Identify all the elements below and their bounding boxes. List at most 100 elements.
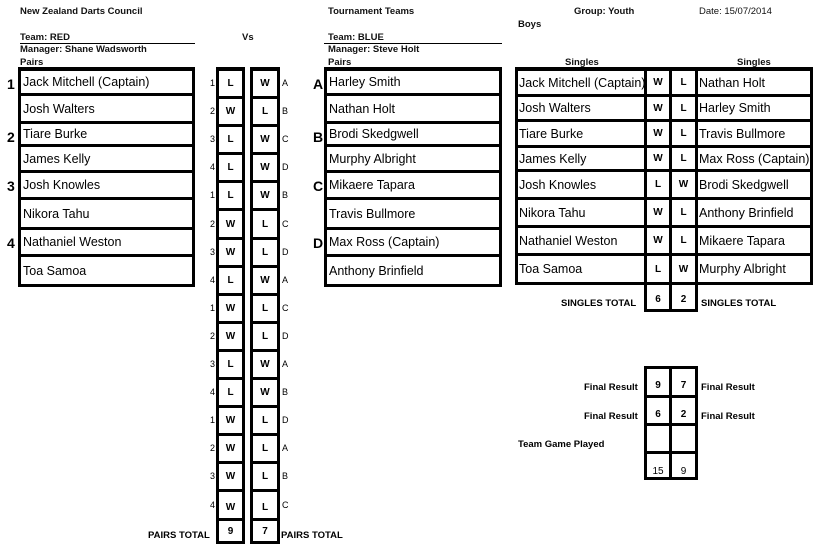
- final-result-home-2: 6: [655, 409, 661, 420]
- pairs-game-away-pair: C: [282, 219, 289, 229]
- divider: [695, 283, 698, 312]
- pairs-game-home-pair: 1: [210, 303, 216, 313]
- home-pair-player: Nikora Tahu: [23, 206, 90, 221]
- pairs-game-away-pair: C: [282, 134, 289, 144]
- away-pair-player: Anthony Brinfield: [329, 263, 424, 278]
- final-result-label-home-1: Final Result: [584, 382, 638, 393]
- pairs-game-home-pair: 4: [210, 275, 216, 285]
- pairs-result-away: W: [253, 352, 277, 380]
- singles-away-result: W: [678, 263, 689, 275]
- pairs-game-away-pair: A: [282, 443, 289, 453]
- singles-row: Jack Mitchell (Captain) W L Nathan Holt: [518, 71, 810, 97]
- pairs-game-home-pair: 3: [210, 134, 216, 144]
- grand-total-home: 15: [652, 466, 664, 477]
- pairs-game-home-pair: 1: [210, 78, 216, 88]
- home-pair-box: Nathaniel Weston Toa Samoa: [18, 227, 195, 287]
- away-pair-player: Nathan Holt: [329, 101, 396, 116]
- home-team-name: Team: RED: [20, 32, 70, 43]
- singles-away-result: L: [680, 235, 687, 246]
- pairs-game-home-pair: 3: [210, 471, 216, 481]
- pairs-game-home-pair: 2: [210, 106, 216, 116]
- final-result-label-away-2: Final Result: [701, 411, 755, 422]
- divider: [644, 309, 698, 312]
- pairs-game-home-pair: 1: [210, 190, 216, 200]
- away-team-name: Team: BLUE: [328, 32, 384, 43]
- singles-home-player: Nikora Tahu: [519, 205, 586, 220]
- away-pair-player: Harley Smith: [327, 71, 499, 96]
- away-pair-player: Murphy Albright: [329, 151, 416, 166]
- singles-row: Toa Samoa L W Murphy Albright: [518, 256, 810, 282]
- singles-row: Nikora Tahu W L Anthony Brinfield: [518, 200, 810, 228]
- singles-away-player: Anthony Brinfield: [699, 205, 794, 220]
- pairs-game-away-pair: D: [282, 415, 289, 425]
- divider: [669, 71, 672, 282]
- pairs-result-home: W: [225, 501, 236, 513]
- away-pair-box: Brodi Skedgwell Murphy Albright: [324, 121, 502, 173]
- pairs-game-home-pair: 3: [210, 359, 216, 369]
- home-pair-player: James Kelly: [23, 151, 91, 166]
- singles-total-label-away: SINGLES TOTAL: [701, 298, 777, 309]
- final-result-home-1: 9: [655, 380, 661, 391]
- pairs-total-label-away: PAIRS TOTAL: [281, 530, 343, 541]
- pairs-result-away: L: [253, 436, 277, 464]
- pairs-result-home: W: [219, 99, 242, 127]
- home-pair-player: Jack Mitchell (Captain): [21, 71, 192, 96]
- divider: [644, 451, 698, 454]
- singles-away-result: L: [680, 77, 687, 88]
- pairs-game-away-pair: A: [282, 78, 289, 88]
- singles-home-result: W: [653, 235, 663, 246]
- pairs-result-home: W: [219, 324, 242, 352]
- singles-row: Nathaniel Weston W L Mikaere Tapara: [518, 228, 810, 256]
- singles-total-home: 6: [655, 294, 661, 305]
- pairs-game-home-pair: 1: [210, 415, 216, 425]
- pairs-result-home: L: [219, 380, 242, 408]
- pairs-result-away: W: [253, 127, 277, 155]
- pairs-result-home: W: [219, 240, 242, 268]
- pairs-game-away-pair: D: [282, 162, 289, 172]
- pairs-game-away-pair: D: [282, 247, 289, 257]
- singles-home-result: L: [654, 179, 662, 190]
- away-pair-player: Travis Bullmore: [329, 206, 416, 221]
- pairs-result-away: W: [253, 71, 277, 99]
- final-result-label-away-1: Final Result: [701, 382, 755, 393]
- singles-row: Josh Knowles L W Brodi Skedgwell: [518, 172, 810, 200]
- final-result-away-2: 2: [680, 409, 687, 420]
- home-pair-player: Toa Samoa: [23, 263, 87, 278]
- vs-label: Vs: [242, 32, 254, 43]
- away-pair-letter: C: [313, 178, 324, 194]
- pairs-game-away-pair: B: [282, 387, 289, 397]
- pairs-result-home: W: [219, 464, 242, 492]
- away-pair-player: Max Ross (Captain): [327, 230, 499, 257]
- event-title: Tournament Teams: [328, 6, 415, 17]
- singles-total-label-home: SINGLES TOTAL: [561, 298, 637, 309]
- singles-home-player: Nathaniel Weston: [519, 233, 618, 248]
- home-pair-number: 3: [7, 178, 15, 194]
- singles-away-player: Brodi Skedgwell: [699, 177, 789, 192]
- away-pair-box: Max Ross (Captain) Anthony Brinfield: [324, 227, 502, 287]
- pairs-game-home-pair: 3: [210, 247, 216, 257]
- pairs-game-away-pair: B: [282, 190, 289, 200]
- singles-home-player: Josh Walters: [519, 101, 591, 115]
- pairs-game-home-pair: 4: [210, 162, 216, 172]
- home-pair-player: Josh Knowles: [21, 173, 192, 200]
- date-label: Date: 15/07/2014: [699, 6, 772, 17]
- divider: [695, 71, 698, 282]
- home-pair-number: 4: [7, 235, 15, 251]
- singles-away-player: Travis Bullmore: [699, 126, 786, 141]
- pairs-result-home: W: [219, 212, 242, 240]
- singles-home-player: Tiare Burke: [519, 126, 584, 141]
- pairs-game-home-pair: 2: [210, 443, 216, 453]
- pairs-total-label-home: PAIRS TOTAL: [148, 530, 210, 541]
- singles-row: James Kelly W L Max Ross (Captain): [518, 148, 810, 172]
- away-pair-letter: A: [313, 76, 324, 92]
- pairs-game-away-pair: B: [282, 106, 289, 116]
- home-pair-box: Jack Mitchell (Captain) Josh Walters: [18, 68, 195, 124]
- division-label: Boys: [518, 19, 542, 30]
- singles-away-result: L: [680, 102, 687, 114]
- group-label: Group: Youth: [574, 6, 635, 17]
- pairs-result-away: L: [261, 501, 269, 513]
- pairs-result-away: L: [253, 408, 277, 436]
- pairs-total-away: 7: [250, 518, 280, 544]
- singles-row: Josh Walters W L Harley Smith: [518, 97, 810, 122]
- final-result-label-home-2: Final Result: [584, 411, 638, 422]
